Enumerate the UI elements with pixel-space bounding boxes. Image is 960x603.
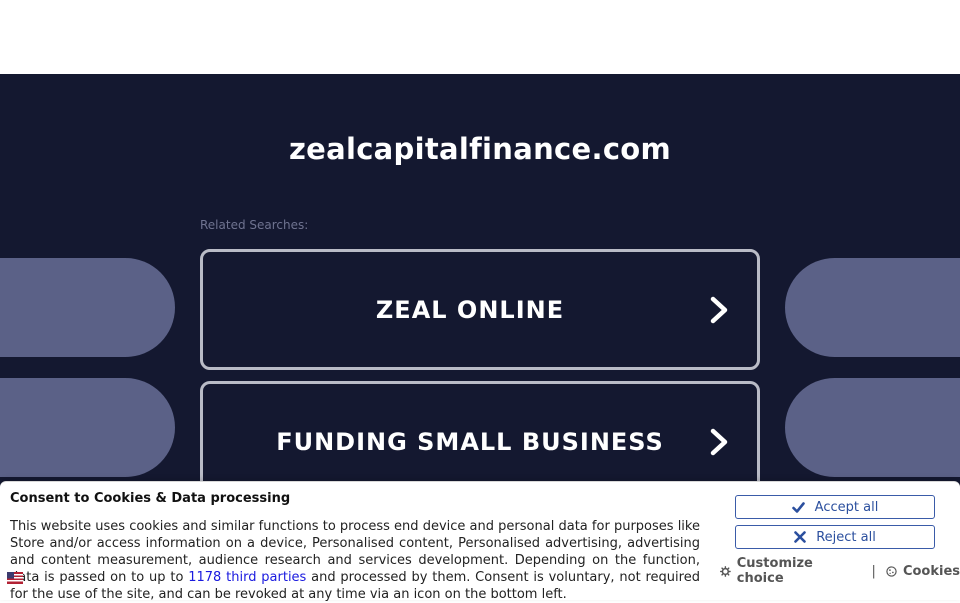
cookies-label: Cookies (902, 563, 960, 579)
close-icon (794, 531, 806, 543)
cookie-icon (886, 565, 897, 577)
consent-title: Consent to Cookies & Data processing (10, 491, 291, 506)
customize-choice-link[interactable]: Customize choice (720, 556, 862, 586)
consent-description: This website uses cookies and similar fu… (10, 518, 700, 603)
decorative-pill (0, 258, 175, 357)
consent-bottom-links: Customize choice | Cookies (720, 556, 960, 586)
top-blank-area (0, 0, 960, 74)
search-link-zeal-online[interactable]: ZEAL ONLINE (200, 249, 760, 370)
reject-all-button[interactable]: Reject all (735, 525, 935, 549)
gear-icon (720, 565, 731, 577)
related-searches-label: Related Searches: (200, 218, 309, 232)
accept-all-button[interactable]: Accept all (735, 495, 935, 519)
chevron-right-icon (710, 296, 728, 324)
chevron-right-icon (710, 428, 728, 456)
domain-title: zealcapitalfinance.com (288, 132, 672, 166)
link-separator: | (871, 563, 876, 579)
customize-choice-label: Customize choice (736, 556, 813, 586)
flag-icon[interactable] (7, 572, 23, 584)
third-parties-link[interactable]: 1178 third parties (188, 570, 306, 585)
reject-all-label: Reject all (816, 529, 876, 545)
decorative-pill (0, 378, 175, 477)
cookie-consent-banner: Consent to Cookies & Data processing Thi… (0, 481, 960, 603)
accept-all-label: Accept all (814, 499, 879, 515)
cookies-link[interactable]: Cookies (886, 564, 960, 579)
check-icon (791, 501, 805, 513)
decorative-pill (785, 258, 960, 357)
decorative-pill (785, 378, 960, 477)
search-link-label: ZEAL ONLINE (375, 295, 565, 324)
